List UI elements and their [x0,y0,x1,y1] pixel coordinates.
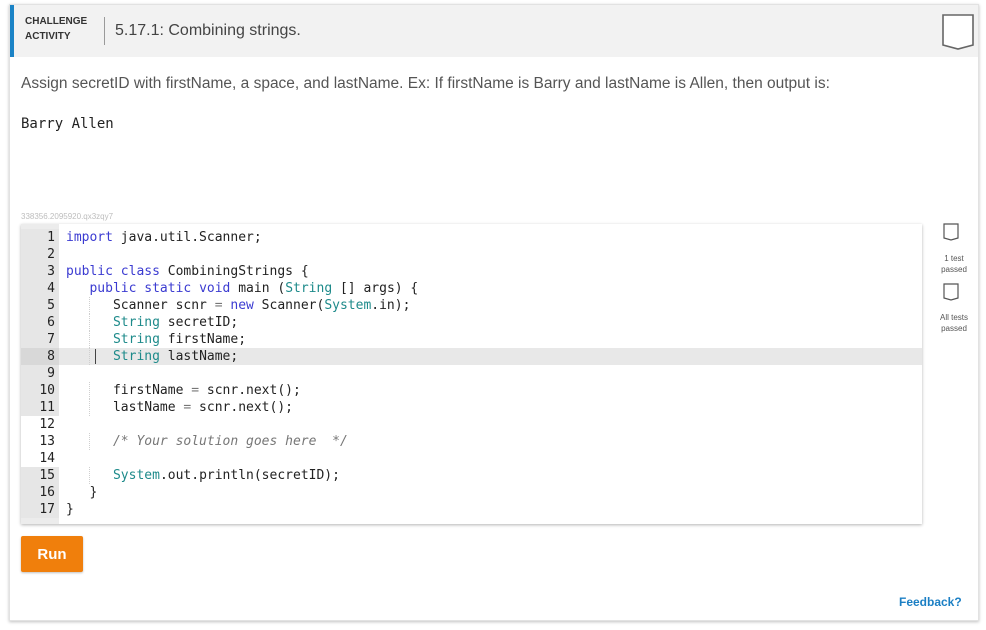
line-number: 8 [21,348,59,365]
instructions-text: Assign secretID with firstName, a space,… [21,75,830,92]
line-number: 11 [21,399,59,416]
code-line[interactable]: 2 [21,246,922,263]
code-text: } [66,502,74,517]
activity-title: 5.17.1: Combining strings. [115,22,301,39]
code-line[interactable]: 15 System.out.println(secretID); [21,467,922,484]
code-line[interactable]: 9 [21,365,922,382]
activity-type-badge: CHALLENGE ACTIVITY [25,14,101,44]
activity-header: CHALLENGE ACTIVITY 5.17.1: Combining str… [10,5,978,57]
code-line[interactable]: 4 public static void main (String [] arg… [21,280,922,297]
line-number: 3 [21,263,59,280]
line-number: 4 [21,280,59,297]
line-number: 1 [21,229,59,246]
run-button[interactable]: Run [21,536,83,572]
badge-line-1: CHALLENGE [25,16,88,27]
line-number: 15 [21,467,59,484]
code-line[interactable]: 6 String secretID; [21,314,922,331]
indent-guide [89,433,91,450]
code-text: firstName = scnr.next(); [66,383,301,398]
code-text: System.out.println(secretID); [112,468,340,483]
indent-guide [89,348,91,365]
line-number: 6 [21,314,59,331]
test-2-label: All tests passed [939,313,968,333]
indent-guide [89,331,91,348]
code-line[interactable]: 16 } [21,484,922,501]
code-line[interactable]: 13 /* Your solution goes here */ [21,433,922,450]
test-1-status-icon [943,223,959,241]
code-text: Scanner scnr = new Scanner(System.in); [66,298,411,313]
header-divider [104,17,105,45]
line-number: 17 [21,501,59,518]
indent-guide [89,399,91,416]
code-text: public class CombiningStrings { [66,264,309,279]
code-line[interactable]: 8 String lastName; [21,348,922,365]
code-line[interactable]: 17} [21,501,922,518]
indent-guide [89,382,91,399]
line-number: 14 [21,450,59,467]
code-text: import java.util.Scanner; [66,230,262,245]
test-2-status-icon [943,283,959,301]
code-text: lastName = scnr.next(); [66,400,293,415]
code-line[interactable]: 12 [21,416,922,433]
test-1-label: 1 test passed [941,254,967,274]
badge-line-2: ACTIVITY [25,31,71,42]
code-line[interactable]: 14 [21,450,922,467]
code-line[interactable]: 3 public class CombiningStrings { [21,263,922,280]
code-text: /* Your solution goes here */ [112,434,348,449]
activity-id: 338356.2095920.qx3zqy7 [21,212,114,221]
line-number: 9 [21,365,59,382]
code-text: String lastName; [112,349,239,364]
line-number: 5 [21,297,59,314]
line-number: 13 [21,433,59,450]
indent-guide [89,467,91,484]
code-text: String secretID; [112,315,239,330]
indent-guide [89,314,91,331]
line-number: 7 [21,331,59,348]
code-text: public static void main (String [] args)… [89,281,419,296]
code-text: } [66,485,98,500]
code-line[interactable]: 5 Scanner scnr = new Scanner(System.in); [21,297,922,314]
line-number: 16 [21,484,59,501]
example-output: Barry Allen [21,116,114,132]
code-line[interactable]: 11 lastName = scnr.next(); [21,399,922,416]
code-text: String firstName; [112,332,247,347]
code-line[interactable]: 7 String firstName; [21,331,922,348]
line-number: 10 [21,382,59,399]
challenge-activity-card: CHALLENGE ACTIVITY 5.17.1: Combining str… [9,4,979,621]
code-line[interactable]: 1 import java.util.Scanner; [21,229,922,246]
bookmark-icon[interactable] [941,13,975,51]
line-number: 2 [21,246,59,263]
text-cursor [95,349,96,364]
line-number: 12 [21,416,59,433]
feedback-link[interactable]: Feedback? [899,595,962,609]
code-line[interactable]: 10 firstName = scnr.next(); [21,382,922,399]
indent-guide [89,297,91,314]
code-editor[interactable]: 1 import java.util.Scanner; 2 3 public class… [21,224,922,524]
